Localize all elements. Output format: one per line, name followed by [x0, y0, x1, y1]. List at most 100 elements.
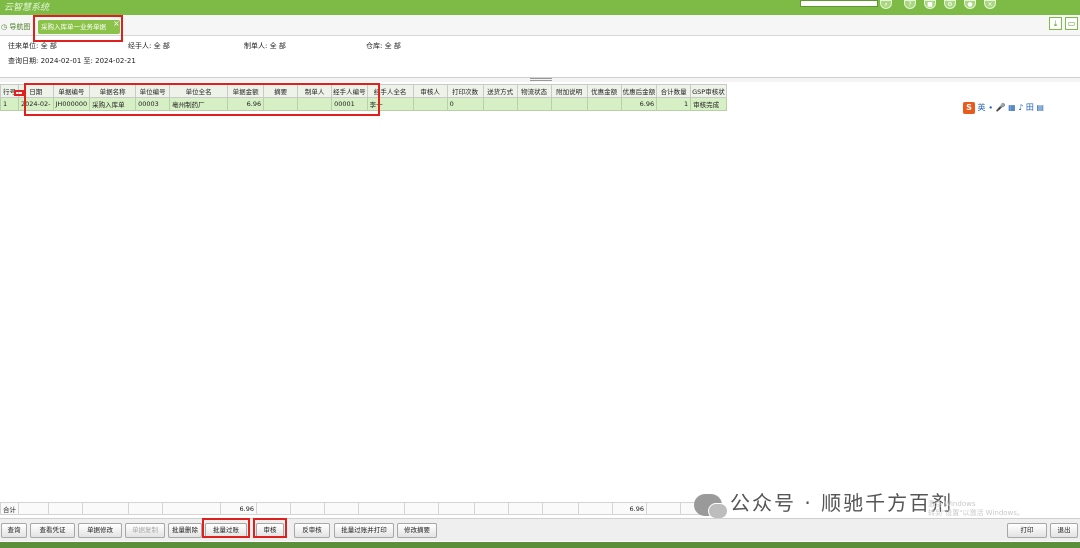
close-app-icon[interactable]: × [984, 0, 996, 9]
query-button[interactable]: 查询 [1, 523, 27, 538]
col-logistics-cell[interactable] [516, 97, 552, 111]
totals-cell [646, 502, 681, 515]
col-auditor-header[interactable]: 审核人 [412, 84, 448, 98]
user-icon[interactable]: ● [964, 0, 976, 9]
totals-cell [82, 502, 129, 515]
col-delivery-cell[interactable] [482, 97, 518, 111]
ime-toolbar[interactable]: S 英 ∙ 🎤 ▦ ♪ 田 ▤ [963, 102, 1077, 116]
bottom-toolbar: 打印 退出 查询 查看凭证 单据修改 单据复制 批量删除 批量过账 审核 反审核 批量过账并打印… [0, 518, 1080, 541]
table-row[interactable]: 1 2024-02- JH000000 采购入库单 00003 亳州制药厂 6.96 0000… [0, 97, 727, 111]
col-doc-name-header[interactable]: 单据名称 [89, 84, 137, 98]
lock-icon[interactable]: ■ [924, 0, 936, 9]
unaudit-button[interactable]: 反审核 [294, 523, 330, 538]
tab-close-icon[interactable]: × [113, 19, 120, 28]
totals-cell [48, 502, 83, 515]
col-print-count-cell[interactable]: 0 [446, 97, 484, 111]
col-delivery-header[interactable]: 送货方式 [482, 84, 518, 98]
col-amount-cell[interactable]: 6.96 [227, 97, 265, 111]
batch-post-button[interactable]: 批量过账 [205, 523, 247, 538]
col-unit-name-cell[interactable]: 亳州制药厂 [169, 97, 229, 111]
ime-language[interactable]: 英 [978, 103, 986, 112]
export-excel-icon[interactable]: ⤓ [1049, 17, 1062, 30]
totals-row: 合计 6.96 6.96 [0, 502, 730, 515]
col-discount-header[interactable]: 优惠金额 [586, 84, 622, 98]
col-doc-no-header[interactable]: 单据编号 [52, 84, 91, 98]
col-date-header[interactable]: 日期 [18, 84, 54, 98]
edit-summary-button[interactable]: 修改摘要 [397, 523, 437, 538]
totals-cell [128, 502, 163, 515]
totals-label: 合计 [0, 502, 19, 515]
col-logistics-header[interactable]: 物流状态 [516, 84, 552, 98]
col-handler-no-cell[interactable]: 00001 [331, 97, 368, 111]
totals-cell [508, 502, 543, 515]
col-after-discount-cell[interactable]: 6.96 [620, 97, 658, 111]
totals-cell [542, 502, 579, 515]
audit-button[interactable]: 审核 [256, 523, 284, 538]
top-search-input[interactable] [800, 0, 878, 7]
totals-amount: 6.96 [220, 502, 257, 515]
col-remark-cell[interactable] [550, 97, 588, 111]
partner-filter: 往来单位: 全 部 [8, 42, 57, 50]
status-bar [0, 542, 1080, 548]
totals-cell [358, 502, 405, 515]
totals-cell [290, 502, 325, 515]
filter-panel: 往来单位: 全 部 经手人: 全 部 制单人: 全 部 仓库: 全 部 查询日期… [0, 37, 1080, 77]
search-icon[interactable]: ⌕ [880, 0, 892, 9]
totals-after-discount: 6.96 [612, 502, 647, 515]
col-unit-no-cell[interactable]: 00003 [135, 97, 171, 111]
col-date-cell[interactable]: 2024-02- [18, 97, 54, 111]
col-handler-name-cell[interactable]: 李一 [366, 97, 414, 111]
warehouse-filter: 仓库: 全 部 [366, 42, 401, 50]
col-row-no-header[interactable]: 行号 [0, 84, 19, 98]
splitter-grip[interactable] [530, 78, 552, 81]
help-icon[interactable]: ? [904, 0, 916, 9]
col-after-discount-header[interactable]: 优惠后金额 [620, 84, 658, 98]
batch-post-print-button[interactable]: 批量过账并打印 [334, 523, 394, 538]
col-doc-no-cell[interactable]: JH000000 [52, 97, 91, 111]
ime-logo: S [963, 102, 975, 114]
print-button[interactable]: 打印 [1007, 523, 1047, 538]
totals-cell [324, 502, 359, 515]
col-gsp-status-cell[interactable]: 审核完成 [690, 97, 727, 111]
col-discount-cell[interactable] [586, 97, 622, 111]
view-voucher-button[interactable]: 查看凭证 [30, 523, 75, 538]
settings-icon[interactable]: ⚙ [944, 0, 956, 9]
col-remark-header[interactable]: 附加说明 [550, 84, 588, 98]
tab-navigation[interactable]: ◷ 导航图 [1, 22, 30, 32]
tab-purchase-receipt[interactable]: 采购入库单一业务单据 [38, 20, 120, 34]
app-title-bar: 云智慧系统 ⌕ ? ■ ⚙ ● × [0, 0, 1080, 15]
panel-splitter[interactable] [0, 77, 1080, 82]
col-auditor-cell[interactable] [412, 97, 448, 111]
copy-document-button[interactable]: 单据复制 [125, 523, 165, 538]
windows-activation-notice: 激活 Windows 转到"设置"以激活 Windows。 [928, 500, 1024, 517]
window-restore-icon[interactable]: ▭ [1065, 17, 1078, 30]
col-total-qty-cell[interactable]: 1 [656, 97, 692, 111]
wechat-icon [694, 493, 728, 519]
totals-cell [474, 502, 509, 515]
col-maker-cell[interactable] [297, 97, 333, 111]
col-row-no-cell[interactable]: 1 [0, 97, 19, 111]
col-total-qty-header[interactable]: 合计数量 [656, 84, 692, 98]
exit-button[interactable]: 退出 [1050, 523, 1078, 538]
totals-cell [578, 502, 613, 515]
document-grid: 行号 日期 单据编号 单据名称 单位编号 单位全名 单据金额 摘要 制单人 经手人编号 经手人全名审… [0, 84, 730, 111]
col-gsp-status-header[interactable]: GSP审核状 [690, 84, 727, 98]
col-handler-no-header[interactable]: 经手人编号 [331, 84, 368, 98]
edit-document-button[interactable]: 单据修改 [78, 523, 122, 538]
col-handler-name-header[interactable]: 经手人全名 [366, 84, 414, 98]
col-print-count-header[interactable]: 打印次数 [446, 84, 484, 98]
totals-cell [256, 502, 291, 515]
totals-cell [404, 502, 439, 515]
tab-purchase-receipt-label: 采购入库单一业务单据 [41, 23, 106, 31]
col-maker-header[interactable]: 制单人 [297, 84, 333, 98]
col-doc-name-cell[interactable]: 采购入库单 [89, 97, 137, 111]
totals-cell [18, 502, 49, 515]
col-amount-header[interactable]: 单据金额 [227, 84, 265, 98]
totals-cell [162, 502, 221, 515]
col-unit-name-header[interactable]: 单位全名 [169, 84, 229, 98]
col-summary-header[interactable]: 摘要 [263, 84, 299, 98]
tab-navigation-label: 导航图 [9, 23, 31, 31]
batch-delete-button[interactable]: 批量删除 [168, 523, 202, 538]
col-unit-no-header[interactable]: 单位编号 [135, 84, 171, 98]
col-summary-cell[interactable] [263, 97, 299, 111]
